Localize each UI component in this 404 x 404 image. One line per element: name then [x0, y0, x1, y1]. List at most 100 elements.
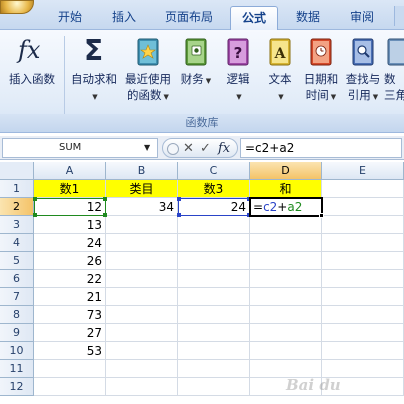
cell-e1[interactable] — [322, 180, 404, 198]
fill-handle[interactable] — [319, 213, 324, 218]
grid-cell[interactable] — [178, 234, 250, 252]
cell-a9[interactable]: 27 — [34, 324, 106, 342]
grid-cell[interactable] — [250, 342, 322, 360]
tab-insert[interactable]: 插入 — [102, 6, 146, 30]
grid-cell[interactable] — [178, 252, 250, 270]
row-header-12[interactable]: 12 — [0, 378, 34, 396]
cell-a1[interactable]: 数1 — [34, 180, 106, 198]
autosum-button[interactable]: Σ 自动求和 ▼ — [66, 34, 122, 110]
grid-cell[interactable] — [178, 270, 250, 288]
grid-cell[interactable] — [178, 378, 250, 396]
financial-button[interactable]: 财务 ▼ — [176, 34, 216, 110]
ribbon-scroll-button[interactable] — [394, 6, 404, 26]
cell-a8[interactable]: 73 — [34, 306, 106, 324]
grid-cell[interactable] — [250, 234, 322, 252]
cell-a6[interactable]: 22 — [34, 270, 106, 288]
row-header-1[interactable]: 1 — [0, 180, 34, 198]
grid-cell[interactable] — [322, 234, 404, 252]
grid-cell[interactable] — [178, 306, 250, 324]
row-header-2[interactable]: 2 — [0, 198, 34, 216]
grid-cell[interactable] — [106, 360, 178, 378]
column-header-b[interactable]: B — [106, 162, 178, 180]
grid-cell[interactable] — [106, 270, 178, 288]
grid-cell[interactable] — [106, 378, 178, 396]
cell-b1[interactable]: 类目 — [106, 180, 178, 198]
cell-a4[interactable]: 24 — [34, 234, 106, 252]
grid-cell[interactable] — [322, 270, 404, 288]
cell-a3[interactable]: 13 — [34, 216, 106, 234]
grid-cell[interactable] — [322, 306, 404, 324]
date-time-button[interactable]: 日期和 时间 ▼ — [300, 34, 342, 110]
insert-function-button[interactable]: fx 插入函数 — [4, 34, 60, 110]
chevron-down-icon[interactable]: ▼ — [144, 143, 150, 152]
chevron-down-icon[interactable]: ▼ — [66, 88, 122, 105]
cell-e2[interactable] — [322, 198, 404, 216]
grid-cell[interactable] — [322, 288, 404, 306]
office-button[interactable] — [0, 0, 34, 14]
row-header-10[interactable]: 10 — [0, 342, 34, 360]
cell-c1[interactable]: 数3 — [178, 180, 250, 198]
chevron-down-icon[interactable]: ▼ — [260, 88, 300, 105]
recent-functions-button[interactable]: 最近使用 的函数 ▼ — [122, 34, 174, 110]
formula-input[interactable]: =c2+a2 — [240, 138, 402, 158]
cancel-icon[interactable]: ✕ — [183, 140, 194, 157]
column-header-e[interactable]: E — [322, 162, 404, 180]
lookup-reference-button[interactable]: 查找与 引用 ▼ — [342, 34, 384, 110]
row-header-9[interactable]: 9 — [0, 324, 34, 342]
column-header-c[interactable]: C — [178, 162, 250, 180]
chevron-down-icon[interactable]: ▼ — [218, 88, 258, 105]
grid-cell[interactable] — [250, 270, 322, 288]
grid-cell[interactable] — [106, 252, 178, 270]
grid-cell[interactable] — [34, 360, 106, 378]
grid-cell[interactable] — [322, 324, 404, 342]
grid-cell[interactable] — [178, 288, 250, 306]
grid-cell[interactable] — [178, 360, 250, 378]
grid-cell[interactable] — [178, 216, 250, 234]
grid-cell[interactable] — [322, 342, 404, 360]
expand-icon[interactable] — [167, 143, 179, 155]
grid-cell[interactable] — [322, 216, 404, 234]
tab-data[interactable]: 数据 — [286, 6, 330, 30]
cell-a7[interactable]: 21 — [34, 288, 106, 306]
text-button[interactable]: A 文本 ▼ — [260, 34, 300, 110]
grid-cell[interactable] — [34, 378, 106, 396]
tab-page-layout[interactable]: 页面布局 — [158, 6, 220, 30]
grid-cell[interactable] — [178, 342, 250, 360]
row-header-3[interactable]: 3 — [0, 216, 34, 234]
grid-cell[interactable] — [106, 342, 178, 360]
grid-cell[interactable] — [250, 288, 322, 306]
grid-cell[interactable] — [106, 288, 178, 306]
tab-formulas[interactable]: 公式 — [230, 6, 278, 30]
logical-button[interactable]: ? 逻辑 ▼ — [218, 34, 258, 110]
cell-b2[interactable]: 34 — [106, 198, 178, 216]
grid-cell[interactable] — [106, 324, 178, 342]
grid-cell[interactable] — [178, 324, 250, 342]
row-header-7[interactable]: 7 — [0, 288, 34, 306]
select-all-button[interactable] — [0, 162, 34, 180]
enter-check-icon[interactable]: ✓ — [200, 140, 211, 157]
column-header-d[interactable]: D — [250, 162, 322, 180]
insert-function-icon[interactable]: fx — [218, 140, 230, 157]
cell-d1[interactable]: 和 — [250, 180, 322, 198]
grid-cell[interactable] — [250, 216, 322, 234]
grid-cell[interactable] — [106, 216, 178, 234]
tab-home[interactable]: 开始 — [48, 6, 92, 30]
row-header-6[interactable]: 6 — [0, 270, 34, 288]
row-header-4[interactable]: 4 — [0, 234, 34, 252]
cell-a5[interactable]: 26 — [34, 252, 106, 270]
math-trig-button[interactable]: 数 三角 — [384, 34, 404, 110]
grid-cell[interactable] — [106, 234, 178, 252]
row-header-11[interactable]: 11 — [0, 360, 34, 378]
grid-cell[interactable] — [106, 306, 178, 324]
grid-cell[interactable] — [322, 252, 404, 270]
row-header-5[interactable]: 5 — [0, 252, 34, 270]
name-box[interactable]: SUM — [2, 138, 158, 158]
column-header-a[interactable]: A — [34, 162, 106, 180]
grid-cell[interactable] — [250, 252, 322, 270]
tab-review[interactable]: 审阅 — [340, 6, 384, 30]
grid-cell[interactable] — [250, 324, 322, 342]
excel-window: 开始 插入 页面布局 公式 数据 审阅 fx 插入函数 Σ 自动求和 ▼ 最近使… — [0, 0, 404, 404]
grid-cell[interactable] — [250, 306, 322, 324]
row-header-8[interactable]: 8 — [0, 306, 34, 324]
cell-a10[interactable]: 53 — [34, 342, 106, 360]
